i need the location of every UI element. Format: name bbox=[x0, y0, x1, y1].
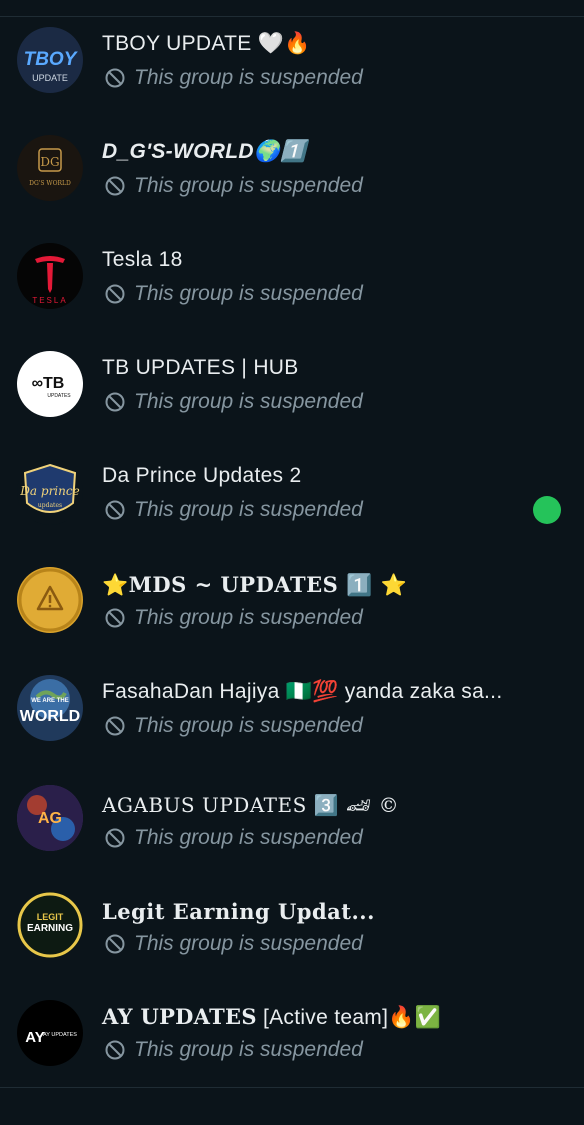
group-status: This group is suspended bbox=[104, 826, 363, 850]
bottom-divider bbox=[0, 1087, 584, 1088]
avatar: TBOY UPDATE bbox=[17, 27, 83, 93]
status-text: This group is suspended bbox=[134, 498, 363, 521]
avatar: Da prince updates bbox=[17, 459, 83, 525]
group-name: FasahaDan Hajiya 🇳🇬💯 yanda zaka sa... bbox=[102, 680, 503, 703]
avatar: LEGIT EARNING bbox=[17, 892, 83, 958]
avatar-subtext: WE ARE THE bbox=[31, 698, 68, 704]
avatar-subtext: updates bbox=[38, 502, 62, 509]
list-item[interactable]: TESLA Tesla 18 This group is suspended bbox=[0, 224, 584, 332]
avatar-text: EARNING bbox=[27, 923, 73, 934]
list-item[interactable]: LEGIT EARNING Legit Earning Updat... Thi… bbox=[0, 872, 584, 980]
avatar-text: AG bbox=[38, 810, 62, 827]
list-item[interactable]: ⭐MDS ~ UPDATES 1️⃣ ⭐ This group is suspe… bbox=[0, 548, 584, 656]
list-item[interactable]: ∞TB UPDATES TB UPDATES | HUB This group … bbox=[0, 332, 584, 440]
group-name: AY UPDATES [Active team]🔥✅ bbox=[102, 1004, 441, 1030]
ban-icon bbox=[105, 716, 125, 736]
ban-icon bbox=[105, 176, 125, 196]
group-name-rest: [Active team]🔥✅ bbox=[256, 1006, 442, 1029]
group-name: Da Prince Updates 2 bbox=[102, 464, 302, 487]
ban-icon bbox=[105, 1040, 125, 1060]
group-name: TB UPDATES | HUB bbox=[102, 356, 299, 379]
avatar: AY AY UPDATES bbox=[17, 1000, 83, 1066]
group-name: Tesla 18 bbox=[102, 248, 183, 271]
group-name-bold: AY UPDATES bbox=[102, 1004, 257, 1029]
group-name: TBOY UPDATE 🤍🔥 bbox=[102, 32, 311, 55]
avatar-text: AY bbox=[25, 1029, 44, 1046]
ban-icon bbox=[105, 500, 125, 520]
avatar: AG bbox=[17, 785, 83, 851]
avatar: TESLA bbox=[17, 243, 83, 309]
avatar-subtext: AY UPDATES bbox=[43, 1032, 77, 1038]
ban-icon bbox=[105, 392, 125, 412]
avatar-text: WORLD bbox=[20, 708, 80, 725]
status-text: This group is suspended bbox=[134, 826, 363, 849]
avatar-text: DG bbox=[40, 155, 59, 169]
list-item[interactable]: DG DG'S WORLD D_G'S-WORLD🌍1️⃣ This group… bbox=[0, 116, 584, 224]
group-status: This group is suspended bbox=[104, 66, 363, 90]
avatar bbox=[17, 567, 83, 633]
avatar-subtext: DG'S WORLD bbox=[29, 180, 71, 187]
list-item[interactable]: TBOY UPDATE TBOY UPDATE 🤍🔥 This group is… bbox=[0, 8, 584, 116]
group-status: This group is suspended bbox=[104, 390, 363, 414]
status-text: This group is suspended bbox=[134, 66, 363, 89]
ban-icon bbox=[105, 934, 125, 954]
status-text: This group is suspended bbox=[134, 282, 363, 305]
list-item[interactable]: AY AY UPDATES AY UPDATES [Active team]🔥✅… bbox=[0, 980, 584, 1088]
status-text: This group is suspended bbox=[134, 1038, 363, 1061]
list-item[interactable]: Da prince updates Da Prince Updates 2 Th… bbox=[0, 440, 584, 548]
avatar: WE ARE THE WORLD bbox=[17, 675, 83, 741]
group-name: Legit Earning Updat... bbox=[102, 899, 375, 924]
avatar-subtext: UPDATES bbox=[47, 393, 71, 399]
group-status: This group is suspended bbox=[104, 606, 363, 630]
status-text: This group is suspended bbox=[134, 714, 363, 737]
avatar-subtext: LEGIT bbox=[37, 912, 64, 922]
status-text: This group is suspended bbox=[134, 606, 363, 629]
avatar-subtext: TESLA bbox=[32, 296, 67, 305]
group-status: This group is suspended bbox=[104, 1038, 363, 1062]
online-indicator bbox=[533, 496, 561, 524]
group-name: AGABUS UPDATES 3️⃣ 🏎 © bbox=[102, 793, 400, 817]
avatar: DG DG'S WORLD bbox=[17, 135, 83, 201]
group-status: This group is suspended bbox=[104, 174, 363, 198]
list-item[interactable]: WE ARE THE WORLD FasahaDan Hajiya 🇳🇬💯 ya… bbox=[0, 656, 584, 764]
status-text: This group is suspended bbox=[134, 932, 363, 955]
avatar-text: Da prince bbox=[19, 484, 79, 498]
group-status: This group is suspended bbox=[104, 282, 363, 306]
list-item[interactable]: AG AGABUS UPDATES 3️⃣ 🏎 © This group is … bbox=[0, 764, 584, 872]
group-status: This group is suspended bbox=[104, 932, 363, 956]
status-text: This group is suspended bbox=[134, 390, 363, 413]
ban-icon bbox=[105, 828, 125, 848]
ban-icon bbox=[105, 284, 125, 304]
ban-icon bbox=[105, 68, 125, 88]
avatar-text: ∞TB bbox=[32, 375, 65, 392]
ban-icon bbox=[105, 608, 125, 628]
group-name: ⭐MDS ~ UPDATES 1️⃣ ⭐ bbox=[102, 572, 408, 597]
avatar: ∞TB UPDATES bbox=[17, 351, 83, 417]
avatar-text: TBOY bbox=[24, 49, 79, 70]
group-status: This group is suspended bbox=[104, 498, 363, 522]
group-status: This group is suspended bbox=[104, 714, 363, 738]
avatar-subtext: UPDATE bbox=[32, 73, 68, 83]
status-text: This group is suspended bbox=[134, 174, 363, 197]
group-name: D_G'S-WORLD🌍1️⃣ bbox=[102, 140, 307, 163]
